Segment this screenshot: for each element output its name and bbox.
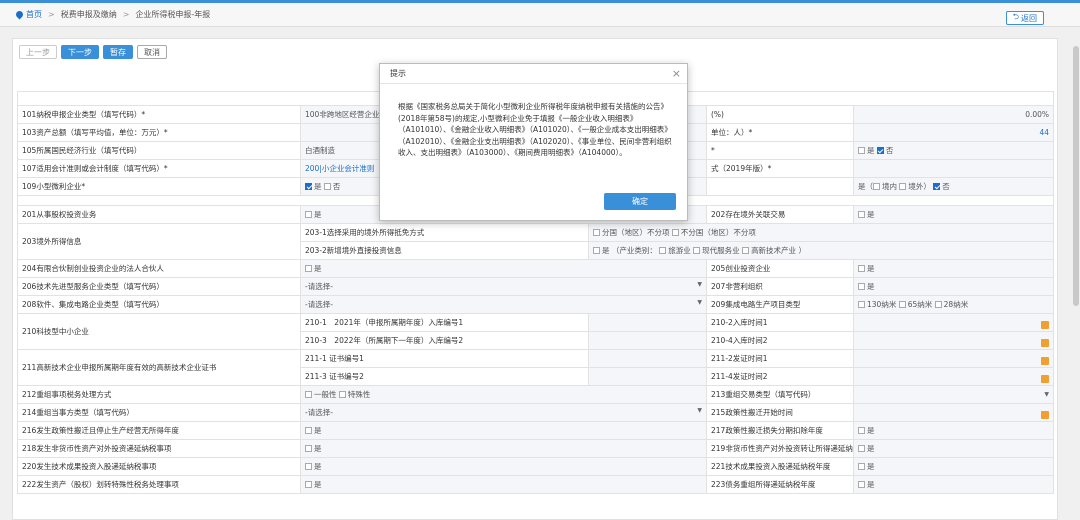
checkbox[interactable] (858, 481, 865, 488)
table-row: 216发生政策性搬迁且停止生产经营无所得年度 是 217政策性搬迁损失分期扣除年… (17, 421, 1055, 440)
caret-down-icon: ▼ (697, 281, 702, 288)
table-row: 212重组事项税务处理方式 一般性 特殊性 213重组交易类型（填写代码） ▼ (17, 385, 1055, 404)
calendar-icon[interactable] (1041, 338, 1050, 347)
prev-button[interactable]: 上一步 (19, 45, 57, 59)
checkbox[interactable] (858, 211, 865, 218)
checkbox[interactable] (876, 147, 884, 154)
caret-down-icon: ▼ (1044, 391, 1050, 398)
save-button[interactable]: 暂存 (103, 45, 133, 59)
dialog-title: 提示 (380, 64, 687, 84)
calendar-icon[interactable] (1041, 320, 1050, 329)
checkbox[interactable] (305, 211, 312, 218)
next-button[interactable]: 下一步 (61, 45, 99, 59)
dialog-message: 根据《国家税务总局关于简化小型微利企业所得税年度纳税申报有关措施的公告》(201… (398, 102, 672, 157)
confirm-button[interactable]: 确定 (604, 193, 676, 210)
checkbox[interactable] (305, 445, 312, 452)
calendar-icon[interactable] (1041, 410, 1050, 419)
breadcrumb-home[interactable]: 首页 (14, 9, 42, 20)
breadcrumb: 首页 > 税费申报及缴纳 > 企业所得税申报-年报 ⮌ 返回 (0, 3, 1080, 27)
tip-dialog: 提示 × 根据《国家税务总局关于简化小型微利企业所得税年度纳税申报有关措施的公告… (379, 63, 688, 221)
checkbox[interactable] (858, 265, 865, 272)
return-arrow-icon: ⮌ (1012, 12, 1019, 21)
checkbox[interactable] (659, 247, 667, 254)
table-row: 220发生技术成果投资入股递延纳税事项 是 221技术成果投资入股递延纳税年度 … (17, 457, 1055, 476)
table-row: 204有限合伙制创业投资企业的法人合伙人 是 205创业投资企业 是 (17, 259, 1055, 278)
checkbox[interactable] (899, 183, 907, 190)
checkbox[interactable] (858, 301, 865, 308)
scrollbar[interactable] (1072, 38, 1080, 520)
checkbox[interactable] (338, 391, 346, 398)
checkbox[interactable] (323, 183, 331, 190)
toolbar: 上一步 下一步 暂存 取消 (19, 45, 167, 59)
checkbox[interactable] (671, 229, 679, 236)
scrollbar-thumb[interactable] (1073, 46, 1079, 306)
location-pin-icon (14, 9, 25, 20)
checkbox[interactable] (934, 301, 942, 308)
table-row: 214重组当事方类型（填写代码） -请选择- ▼ 215政策性搬迁开始时间 (17, 403, 1055, 422)
checkbox[interactable] (305, 391, 312, 398)
checkbox[interactable] (898, 301, 906, 308)
calendar-icon[interactable] (1041, 356, 1050, 365)
select-208[interactable]: -请选择- ▼ (300, 295, 707, 314)
checkbox[interactable] (305, 481, 312, 488)
checkbox[interactable] (305, 183, 312, 190)
table-row: 206技术先进型服务企业类型（填写代码） -请选择- ▼ 207非营利组织 是 (17, 277, 1055, 296)
caret-down-icon: ▼ (697, 299, 702, 306)
checkbox[interactable] (858, 463, 865, 470)
checkbox[interactable] (742, 247, 750, 254)
checkbox[interactable] (858, 427, 865, 434)
breadcrumb-level2: 企业所得税申报-年报 (135, 10, 211, 19)
breadcrumb-level1[interactable]: 税费申报及缴纳 (61, 9, 117, 20)
checkbox[interactable] (858, 283, 865, 290)
select-213[interactable]: ▼ (852, 385, 1055, 404)
checkbox[interactable] (693, 247, 701, 254)
checkbox[interactable] (873, 183, 880, 190)
caret-down-icon: ▼ (697, 407, 702, 414)
checkbox[interactable] (593, 247, 600, 254)
checkbox[interactable] (933, 183, 941, 190)
checkbox[interactable] (305, 265, 312, 272)
cancel-button[interactable]: 取消 (137, 45, 167, 59)
back-button[interactable]: ⮌ 返回 (1005, 11, 1044, 25)
checkbox[interactable] (858, 445, 865, 452)
calendar-icon[interactable] (1041, 374, 1050, 383)
table-row: 222发生资产（股权）划转特殊性税务处理事项 是 223债务重组所得递延纳税年度… (17, 475, 1055, 494)
table-row: 203境外所得信息 203-1选择采用的境外所得抵免方式 分国（地区）不分项 不… (17, 223, 1055, 260)
table-row: 211高新技术企业申报所属期年度有效的高新技术企业证书 211-1 证书编号1 … (17, 349, 1055, 386)
checkbox[interactable] (305, 463, 312, 470)
table-row: 210科技型中小企业 210-1 2021年（申报所属期年度）入库编号1 210… (17, 313, 1055, 350)
checkbox[interactable] (858, 147, 865, 154)
checkbox[interactable] (593, 229, 600, 236)
table-row: 218发生非货币性资产对外投资递延纳税事项 是 219非货币性资产对外投资转让所… (17, 439, 1055, 458)
select-206[interactable]: -请选择- ▼ (300, 277, 707, 296)
checkbox[interactable] (305, 427, 312, 434)
table-row: 208软件、集成电路企业类型（填写代码） -请选择- ▼ 209集成电路生产项目类… (17, 295, 1055, 314)
close-icon[interactable]: × (672, 68, 681, 79)
select-214[interactable]: -请选择- ▼ (300, 403, 707, 422)
